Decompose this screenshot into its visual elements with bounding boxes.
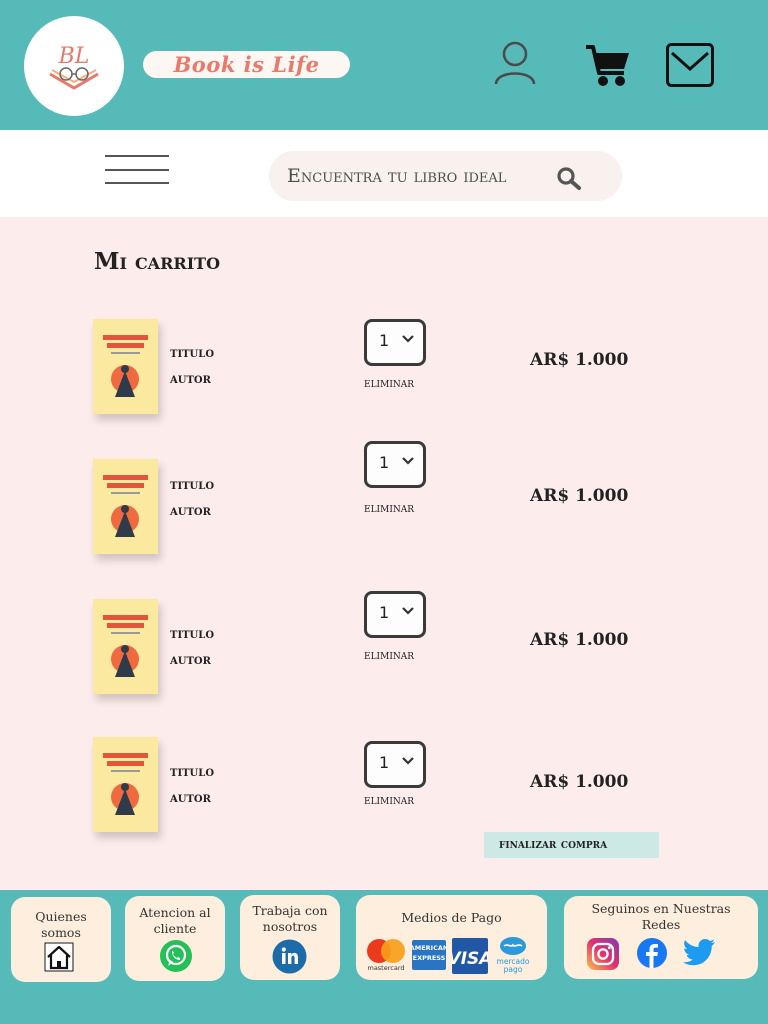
book-cover[interactable] [93, 599, 158, 694]
search-bar [269, 151, 622, 201]
page-title: Mi carrito [94, 248, 221, 275]
book-cover[interactable] [93, 459, 158, 554]
logo-initials: BL [58, 44, 90, 69]
book-cover[interactable] [93, 737, 158, 832]
quantity-value: 1 [379, 453, 390, 472]
brand-pill[interactable]: Book is Life [143, 51, 350, 78]
quantity-value: 1 [379, 603, 390, 622]
brand-name: Book is Life [173, 52, 320, 77]
footer-about-card[interactable]: Quienes somos [11, 897, 111, 982]
facebook-icon[interactable] [637, 938, 667, 968]
footer-support-card[interactable]: Atencion al cliente [125, 896, 225, 981]
item-price: AR$ 1.000 [530, 486, 629, 506]
remove-link[interactable]: eliminar [364, 793, 414, 808]
footer-payments-card: Medios de Pago mastercard AMERICAN EXPRE… [356, 895, 547, 980]
cart-item: titulo autor 1 eliminar AR$ 1.000 [93, 441, 673, 559]
item-author: autor [170, 652, 211, 668]
footer-jobs-label: Trabaja con nosotros [252, 903, 328, 934]
mail-icon[interactable] [666, 43, 714, 91]
svg-text:pago: pago [504, 965, 523, 974]
mastercard-icon: mastercard [367, 939, 405, 972]
item-price: AR$ 1.000 [530, 350, 629, 370]
search-input[interactable] [287, 159, 547, 193]
instagram-icon[interactable] [587, 938, 619, 970]
quantity-select[interactable]: 1 [364, 741, 426, 788]
navbar [0, 130, 768, 217]
visa-icon: VISA [452, 938, 488, 974]
footer-support-label: Atencion al cliente [139, 905, 211, 936]
remove-link[interactable]: eliminar [364, 376, 414, 391]
svg-text:EXPRESS: EXPRESS [413, 954, 446, 962]
footer-about-label: Quienes somos [35, 909, 87, 940]
item-title: titulo [170, 764, 215, 780]
remove-link[interactable]: eliminar [364, 501, 414, 516]
item-title: titulo [170, 345, 215, 361]
menu-icon[interactable] [105, 155, 169, 187]
cart-item: titulo autor 1 eliminar AR$ 1.000 [93, 591, 673, 699]
quantity-select[interactable]: 1 [364, 441, 426, 488]
footer-payments-label: Medios de Pago [401, 910, 502, 925]
chevron-down-icon [402, 757, 414, 765]
quantity-select[interactable]: 1 [364, 591, 426, 638]
footer-jobs-card[interactable]: Trabaja con nosotros [240, 895, 340, 980]
chevron-down-icon [402, 607, 414, 615]
header: BL Book is Life [0, 0, 768, 130]
cart-item: titulo autor 1 eliminar AR$ 1.000 [93, 319, 673, 419]
search-icon[interactable] [556, 166, 584, 192]
whatsapp-icon[interactable] [159, 939, 193, 973]
logo[interactable]: BL [24, 16, 124, 116]
quantity-value: 1 [379, 331, 390, 350]
remove-link[interactable]: eliminar [364, 648, 414, 663]
checkout-button[interactable]: finalizar compra [484, 832, 659, 858]
footer-social-card: Seguinos en Nuestras Redes [564, 896, 758, 979]
chevron-down-icon [402, 335, 414, 343]
quantity-select[interactable]: 1 [364, 319, 426, 366]
svg-text:mastercard: mastercard [367, 964, 404, 972]
american-express-icon: AMERICAN EXPRESS [412, 940, 446, 970]
mercado-pago-icon: mercado pago [497, 937, 530, 974]
linkedin-icon[interactable] [272, 939, 307, 974]
svg-text:VISA: VISA [452, 949, 488, 969]
twitter-icon[interactable] [682, 938, 716, 968]
item-author: autor [170, 503, 211, 519]
svg-text:AMERICAN: AMERICAN [412, 944, 446, 952]
user-icon[interactable] [493, 40, 537, 90]
item-title: titulo [170, 626, 215, 642]
item-author: autor [170, 371, 211, 387]
item-price: AR$ 1.000 [530, 772, 629, 792]
cart-item: titulo autor 1 eliminar AR$ 1.000 [93, 737, 673, 837]
footer: Quienes somos Atencion al cliente Trabaj… [0, 890, 768, 1024]
item-title: titulo [170, 477, 215, 493]
chevron-down-icon [402, 457, 414, 465]
home-icon[interactable] [44, 942, 74, 972]
item-price: AR$ 1.000 [530, 630, 629, 650]
item-author: autor [170, 790, 211, 806]
logo-icon: BL [49, 44, 99, 90]
cart-icon[interactable] [584, 43, 632, 93]
quantity-value: 1 [379, 753, 390, 772]
book-cover[interactable] [93, 319, 158, 414]
footer-social-label: Seguinos en Nuestras Redes [591, 901, 731, 932]
